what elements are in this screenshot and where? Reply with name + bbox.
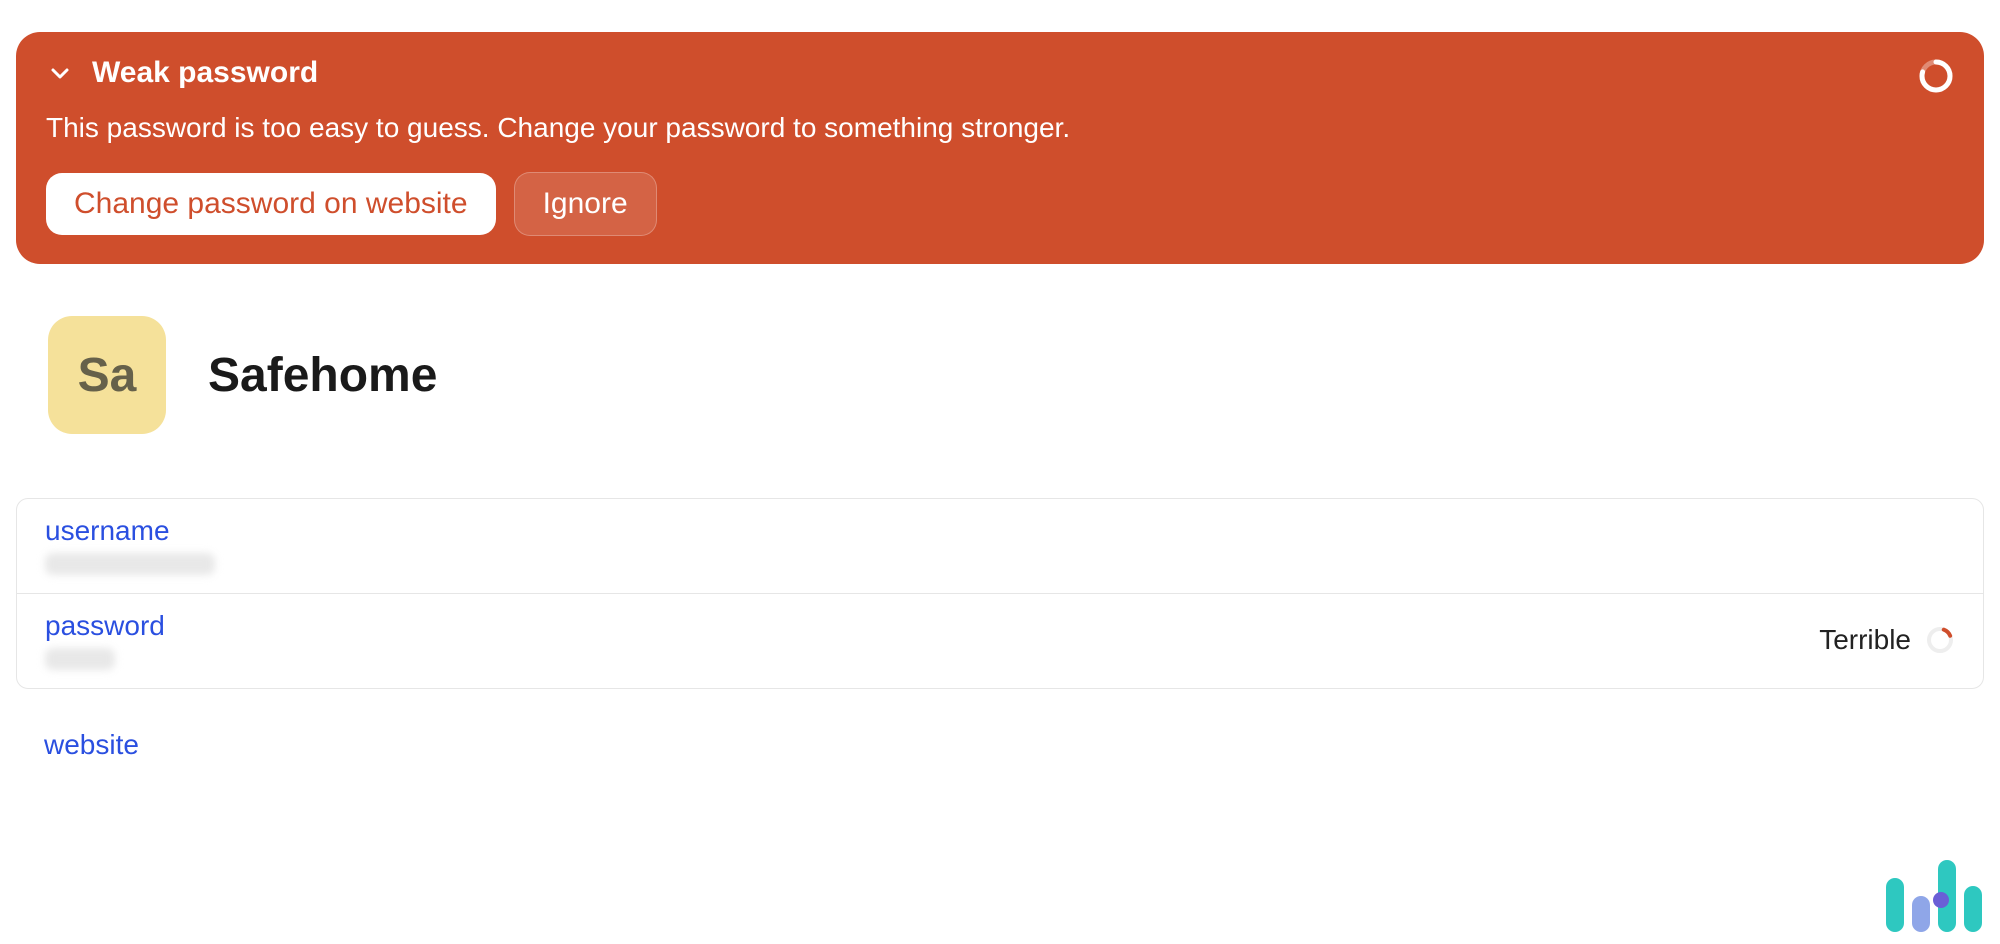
alert-body: This password is too easy to guess. Chan…	[46, 112, 1954, 144]
password-label: password	[45, 610, 1819, 642]
fields-card: username password Terrible	[16, 498, 1984, 689]
alert-title: Weak password	[92, 56, 318, 90]
password-strength-text: Terrible	[1819, 624, 1911, 656]
weak-password-alert: Weak password This password is too easy …	[16, 32, 1984, 264]
password-value-concealed	[45, 648, 115, 670]
strength-ring-icon	[1918, 58, 1954, 94]
item-title: Safehome	[208, 348, 437, 403]
username-value-concealed	[45, 553, 215, 575]
username-field[interactable]: username	[17, 499, 1983, 594]
brand-graphic-icon	[1886, 860, 1982, 932]
item-header: Sa Safehome	[48, 316, 1984, 434]
website-label: website	[44, 729, 1984, 761]
item-avatar: Sa	[48, 316, 166, 434]
ignore-button[interactable]: Ignore	[514, 172, 657, 236]
strength-ring-small-icon	[1925, 625, 1955, 655]
chevron-down-icon[interactable]	[46, 59, 74, 87]
password-field[interactable]: password Terrible	[17, 594, 1983, 688]
change-password-button[interactable]: Change password on website	[46, 173, 496, 235]
username-label: username	[45, 515, 1955, 547]
